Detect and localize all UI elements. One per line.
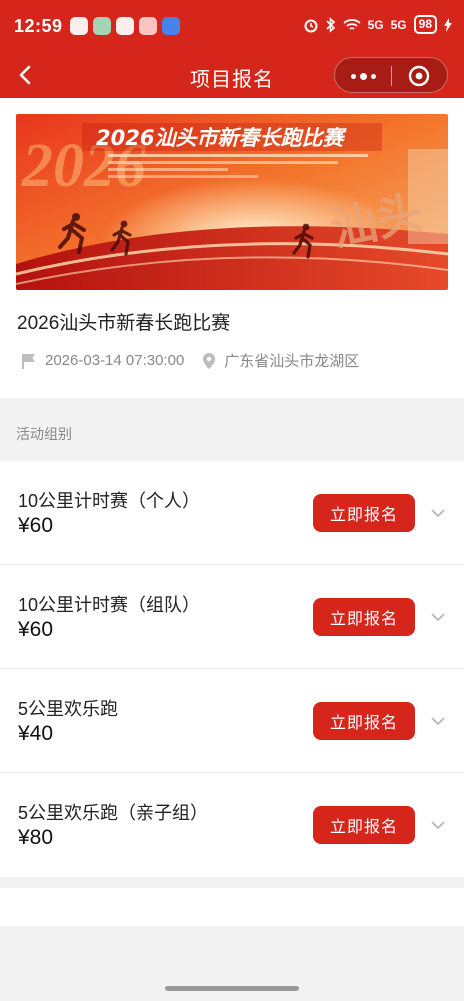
chevron-down-icon[interactable] [430,505,446,521]
group-name: 10公里计时赛（组队） [18,595,201,615]
bluetooth-icon [326,16,335,33]
group-name: 10公里计时赛（个人） [18,491,201,511]
group-price: ¥60 [18,514,54,537]
group-name: 5公里欢乐跑（亲子组） [18,803,209,823]
app-notification-icon [139,17,157,35]
battery-icon: 98 [413,15,437,34]
app-notification-icon [116,17,134,35]
event-name: 2026汕头市新春长跑比赛 [17,313,231,334]
status-bar: 12:59 5G 5G 98 [0,0,464,52]
app-notification-icon [162,17,180,35]
event-datetime: 2026-03-14 07:30:00 [45,352,185,369]
group-list: 10公里计时赛（个人） ¥60 立即报名 10公里计时赛（组队） ¥60 立即报… [0,461,464,877]
event-meta: 2026-03-14 07:30:00 广东省汕头市龙湖区 [20,350,359,371]
app-notification-icon [70,17,88,35]
signal-icon: 5G [390,17,407,32]
group-price: ¥60 [18,618,54,641]
alarm-icon [304,19,318,32]
list-item: 5公里欢乐跑 ¥40 立即报名 [0,669,464,773]
list-item: 10公里计时赛（组队） ¥60 立即报名 [0,565,464,669]
group-price: ¥80 [18,826,54,849]
notification-icons [70,17,180,35]
group-name: 5公里欢乐跑 [18,699,119,719]
list-item: 5公里欢乐跑（亲子组） ¥80 立即报名 [0,773,464,877]
target-circle-icon[interactable] [392,58,449,94]
more-dots-icon[interactable] [335,58,391,94]
status-time: 12:59 [14,16,63,36]
wifi-icon [343,18,361,30]
chevron-down-icon[interactable] [430,817,446,833]
charging-icon [444,17,452,32]
signal-icon: 5G [367,17,384,32]
signup-button[interactable]: 立即报名 [313,806,415,844]
event-location: 广东省汕头市龙湖区 [224,353,360,370]
group-price: ¥40 [18,722,54,745]
map-pin-icon [203,352,216,369]
footer-spacer [0,888,464,926]
home-indicator[interactable] [165,986,299,991]
system-status-icons: 5G 5G 98 [303,15,452,34]
flag-icon [22,353,35,369]
signup-button[interactable]: 立即报名 [313,494,415,532]
app-notification-icon [93,17,111,35]
signup-button[interactable]: 立即报名 [313,702,415,740]
event-card: 2026 2026汕头市新春长跑比赛 汕头 2026汕头市新春长跑比赛 2026… [0,98,464,398]
event-banner-image: 2026 2026汕头市新春长跑比赛 汕头 [16,114,448,290]
section-label: 活动组别 [16,426,72,442]
signup-button[interactable]: 立即报名 [313,598,415,636]
list-item: 10公里计时赛（个人） ¥60 立即报名 [0,461,464,565]
mini-program-capsule [334,57,448,93]
banner-title: 2026汕头市新春长跑比赛 [96,126,347,150]
chevron-down-icon[interactable] [430,609,446,625]
nav-bar: 项目报名 [0,52,464,98]
chevron-down-icon[interactable] [430,713,446,729]
